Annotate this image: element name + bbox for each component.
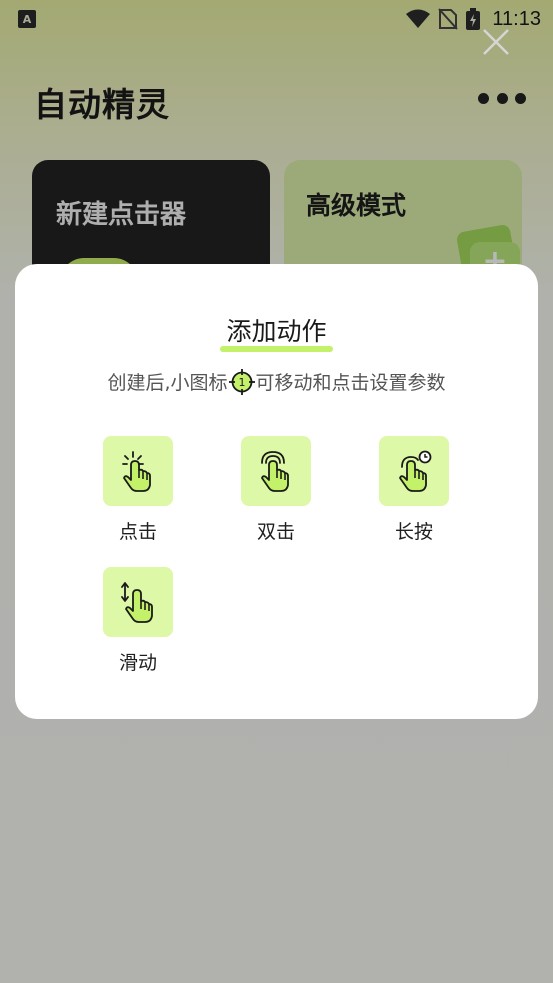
action-tile[interactable] bbox=[103, 567, 173, 637]
hint-text-after: 可移动和点击设置参数 bbox=[255, 372, 446, 394]
action-tile[interactable] bbox=[379, 436, 449, 506]
action-label: 点击 bbox=[118, 521, 157, 543]
action-tile[interactable] bbox=[241, 436, 311, 506]
dialog-title-wrap: 添加动作 bbox=[15, 312, 538, 352]
action-double-tap[interactable]: 双击 bbox=[241, 436, 311, 544]
dialog-hint: 创建后,小图标 1 可移动和点击设置参数 bbox=[15, 368, 538, 395]
close-icon[interactable] bbox=[480, 26, 512, 58]
svg-text:1: 1 bbox=[238, 376, 245, 389]
action-long-press[interactable]: 长按 bbox=[379, 436, 449, 544]
action-tile[interactable] bbox=[103, 436, 173, 506]
action-label: 滑动 bbox=[118, 652, 157, 674]
target-crosshair-icon: 1 bbox=[228, 368, 255, 395]
tap-hand-icon bbox=[122, 451, 151, 492]
action-label: 双击 bbox=[256, 521, 295, 543]
long-press-hand-icon bbox=[399, 450, 432, 492]
action-swipe[interactable]: 滑动 bbox=[103, 567, 173, 675]
swipe-hand-icon bbox=[121, 582, 153, 623]
add-action-dialog: 添加动作 创建后,小图标 1 可移动和点击设置参数 点击 双击 长按 滑动 bbox=[15, 264, 538, 719]
action-label: 长按 bbox=[394, 521, 433, 543]
dialog-title: 添加动作 bbox=[220, 312, 333, 352]
double-tap-hand-icon bbox=[261, 451, 289, 492]
action-tap[interactable]: 点击 bbox=[103, 436, 173, 544]
hint-text-before: 创建后,小图标 bbox=[107, 372, 228, 394]
